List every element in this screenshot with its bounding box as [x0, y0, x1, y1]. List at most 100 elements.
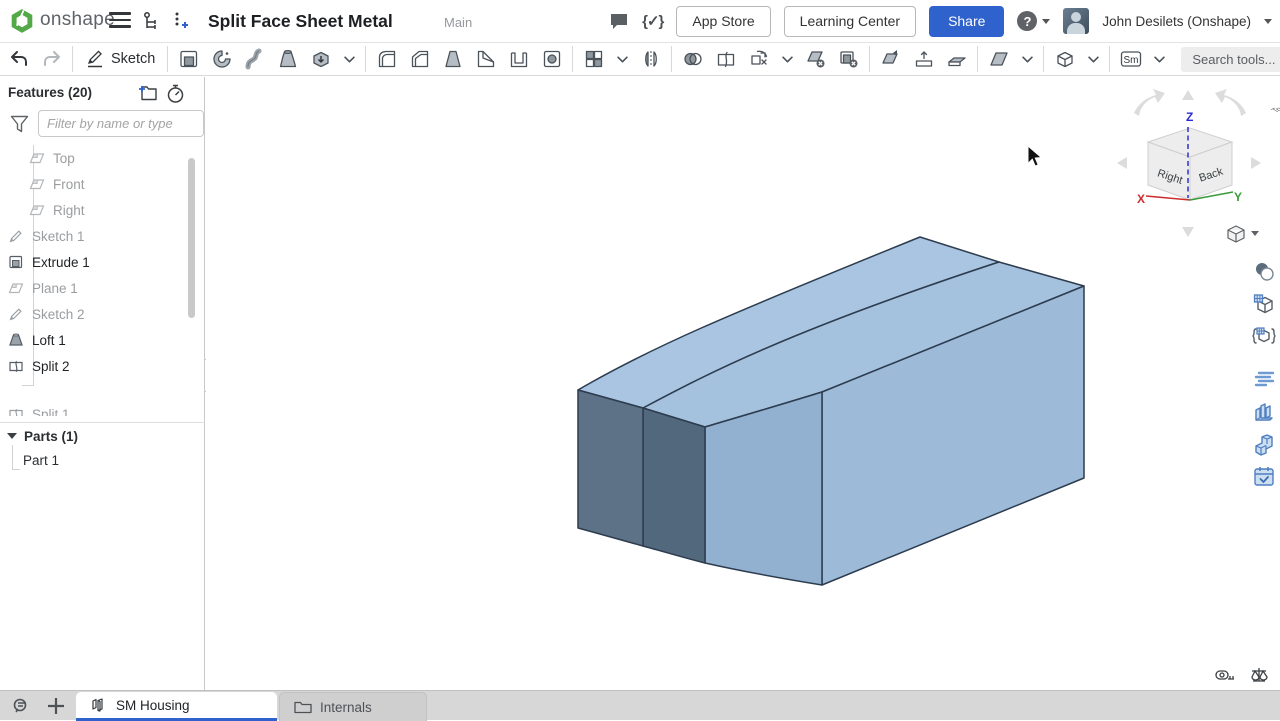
mirror-tool[interactable] [634, 44, 667, 74]
transform-dropdown-icon[interactable] [775, 44, 799, 74]
feature-item-front[interactable]: Front [0, 171, 184, 197]
tab-internals[interactable]: Internals [279, 692, 427, 721]
chamfer-tool[interactable] [403, 44, 436, 74]
user-caret-icon[interactable] [1264, 19, 1272, 24]
logo-wordmark[interactable]: onshape [40, 9, 115, 31]
onshape-logo-icon[interactable] [9, 8, 35, 34]
appearance-panel-icon[interactable] [1251, 259, 1277, 285]
view-options-caret-icon[interactable] [1251, 231, 1259, 236]
parts-section-header[interactable]: Parts (1) [0, 424, 205, 448]
insert-element-icon[interactable] [170, 10, 190, 32]
workspace-name[interactable]: Main [444, 15, 472, 30]
draft-tool[interactable] [436, 44, 469, 74]
plane-dropdown-icon[interactable] [1015, 44, 1039, 74]
shell-tool[interactable] [502, 44, 535, 74]
tree-guide-tick [22, 385, 34, 386]
feedback-icon[interactable]: {✓} [642, 12, 663, 30]
rotate-down-arrow-icon[interactable] [1182, 227, 1194, 237]
part-item-1[interactable]: Part 1 [0, 448, 205, 472]
rotate-right-side-arrow-icon[interactable] [1251, 157, 1261, 169]
help-menu[interactable]: ? [1017, 11, 1050, 31]
release-calendar-panel-icon[interactable] [1251, 463, 1277, 489]
part-bracket-panel-icon[interactable] [1251, 431, 1277, 457]
revolve-tool[interactable] [205, 44, 238, 74]
model-part[interactable] [578, 237, 1084, 585]
search-tabs-icon[interactable] [12, 696, 34, 716]
sheet-metal-unfold-tool[interactable] [907, 44, 940, 74]
feature-item-right[interactable]: Right [0, 197, 184, 223]
tree-scrollbar[interactable] [188, 158, 195, 318]
feature-item-split2[interactable]: Split 2 [0, 353, 184, 379]
pattern-dropdown-icon[interactable] [610, 44, 634, 74]
main-menu-icon[interactable] [109, 12, 131, 30]
linear-pattern-tool[interactable] [577, 44, 610, 74]
model-viewport-svg[interactable]: Right Back Top Z X Y [206, 77, 1280, 690]
search-tools-input[interactable] [1190, 51, 1278, 68]
feature-item-top[interactable]: Top [0, 145, 184, 171]
thicken-tool[interactable] [304, 44, 337, 74]
undo-button[interactable] [2, 44, 35, 74]
sheet-metal-dropdown-icon[interactable] [1147, 44, 1171, 74]
search-tools-box[interactable]: C [1181, 47, 1280, 72]
delete-face-tool[interactable] [799, 44, 832, 74]
avatar[interactable] [1063, 8, 1089, 34]
sheet-metal-model-tool[interactable]: Sm [1114, 44, 1147, 74]
rotate-left-side-arrow-icon[interactable] [1117, 157, 1127, 169]
surface-dropdown-icon[interactable] [1081, 44, 1105, 74]
viewcube-top-label[interactable]: Top [1268, 104, 1280, 115]
loft-tool[interactable] [271, 44, 304, 74]
user-name[interactable]: John Desilets (Onshape) [1102, 14, 1251, 29]
feature-item-split1-clipped[interactable]: Split 1 [0, 401, 184, 416]
hole-tool[interactable] [535, 44, 568, 74]
help-icon[interactable]: ? [1017, 11, 1037, 31]
rotate-left-arrow-icon[interactable] [1134, 89, 1165, 116]
fillet-tool[interactable] [370, 44, 403, 74]
view-cube[interactable]: Right Back Top Z X Y [1117, 89, 1280, 237]
extrude-tool[interactable] [172, 44, 205, 74]
bom-panel-icon[interactable] [1251, 399, 1277, 425]
versions-icon[interactable] [141, 10, 163, 32]
feature-item-sketch2[interactable]: Sketch 2 [0, 301, 184, 327]
transform-tool[interactable] [742, 44, 775, 74]
configurations-panel-icon[interactable] [1251, 323, 1277, 349]
mass-properties-icon[interactable] [1252, 668, 1267, 681]
split-tool[interactable] [709, 44, 742, 74]
part-studio-icon [90, 697, 108, 713]
create-folder-icon[interactable] [137, 84, 157, 101]
comments-icon[interactable] [609, 12, 629, 31]
comments-panel-icon[interactable] [1251, 367, 1277, 393]
y-axis-label: Y [1234, 190, 1242, 204]
delete-part-tool[interactable] [832, 44, 865, 74]
surface-tool[interactable] [1048, 44, 1081, 74]
sketch-button[interactable]: Sketch [77, 44, 163, 74]
view-mode-cube-icon[interactable] [1228, 226, 1244, 242]
flatten-tool[interactable] [940, 44, 973, 74]
rotate-right-arrow-icon[interactable] [1215, 89, 1246, 116]
parts-collapse-icon[interactable] [7, 433, 17, 439]
rollback-history-icon[interactable] [166, 84, 185, 104]
feature-item-sketch1[interactable]: Sketch 1 [0, 223, 184, 249]
share-button[interactable]: Share [929, 6, 1004, 37]
feature-item-loft1[interactable]: Loft 1 [0, 327, 184, 353]
redo-button[interactable] [35, 44, 68, 74]
feature-item-extrude1[interactable]: Extrude 1 [0, 249, 184, 275]
measure-tool-icon[interactable] [1216, 671, 1234, 679]
sweep-tool[interactable] [238, 44, 271, 74]
move-face-tool[interactable] [874, 44, 907, 74]
view-options-button[interactable] [1228, 226, 1259, 242]
display-states-panel-icon[interactable] [1251, 291, 1277, 317]
filter-icon[interactable] [10, 115, 29, 133]
filter-input[interactable] [38, 110, 204, 137]
boolean-tool[interactable] [676, 44, 709, 74]
app-store-button[interactable]: App Store [676, 6, 770, 37]
thicken-dropdown-icon[interactable] [337, 44, 361, 74]
feature-item-plane1[interactable]: Plane 1 [0, 275, 184, 301]
x-axis-label: X [1137, 192, 1145, 206]
rotate-up-arrow-icon[interactable] [1182, 90, 1194, 100]
plane-tool[interactable] [982, 44, 1015, 74]
learning-center-button[interactable]: Learning Center [784, 6, 916, 37]
rib-tool[interactable] [469, 44, 502, 74]
new-tab-icon[interactable] [46, 696, 66, 716]
tab-sm-housing[interactable]: SM Housing [76, 692, 277, 721]
graphics-area[interactable]: Right Back Top Z X Y [206, 77, 1280, 690]
